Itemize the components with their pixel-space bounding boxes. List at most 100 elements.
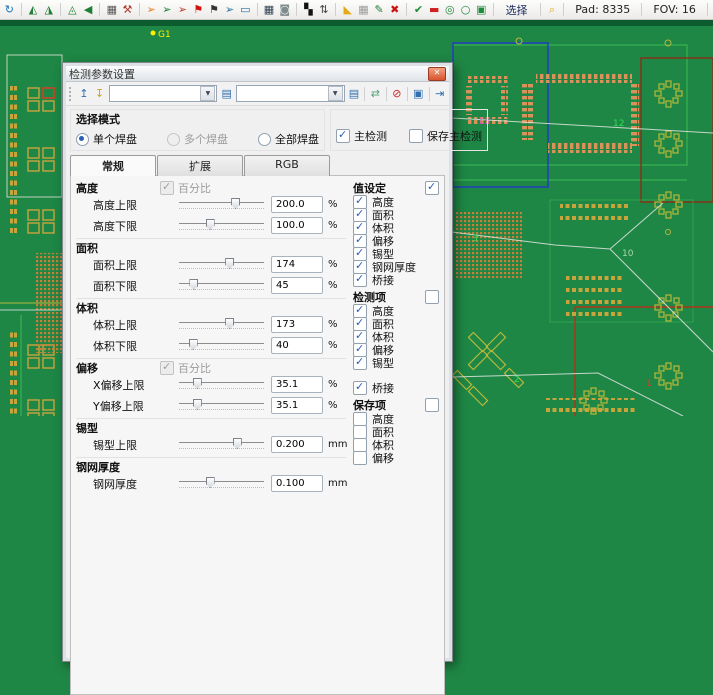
refresh-icon[interactable]: ↻ (2, 2, 17, 17)
check-item[interactable]: 高度 (353, 412, 439, 425)
section-checkbox[interactable] (425, 181, 439, 195)
ruler-icon[interactable]: ◣ (340, 2, 355, 17)
radio-icon[interactable] (76, 133, 89, 146)
radio-icon[interactable] (258, 133, 271, 146)
save-main-detect-checkbox[interactable]: 保存主检测 (409, 128, 482, 144)
slider-thumb[interactable] (206, 477, 215, 488)
pin-red-icon[interactable]: ⚑ (191, 2, 206, 17)
camera-icon[interactable]: ◙ (277, 2, 292, 17)
slider-thumb[interactable] (206, 219, 215, 230)
slider-thumb[interactable] (189, 279, 198, 290)
stop-icon[interactable]: ▬ (427, 2, 442, 17)
volume-lower-slider[interactable] (179, 339, 264, 352)
slider-thumb[interactable] (225, 258, 234, 269)
area-lower-slider[interactable] (179, 279, 264, 292)
solder-shape-slider[interactable] (179, 438, 264, 451)
circle-icon[interactable]: ○ (458, 2, 473, 17)
check-item[interactable]: 偏移 (353, 451, 439, 464)
checkbox-icon[interactable] (353, 273, 367, 287)
tab-extended[interactable]: 扩展 (157, 155, 243, 176)
program-combobox-1[interactable]: ▼ (109, 85, 218, 102)
checkbox-icon[interactable] (353, 451, 367, 465)
main-detect-checkbox[interactable]: 主检测 (336, 128, 387, 144)
value-input[interactable] (271, 256, 323, 273)
check-item[interactable]: 面积 (353, 317, 439, 330)
rect-blue-icon[interactable]: ▭ (238, 2, 253, 17)
slider-thumb[interactable] (231, 198, 240, 209)
prism-icon[interactable]: ◬ (65, 2, 80, 17)
sort-icon[interactable]: ⇅ (317, 2, 332, 17)
height-lower-slider[interactable] (179, 219, 264, 232)
chevron-down-icon[interactable]: ▼ (328, 86, 343, 101)
green-flag-icon-2[interactable]: ◮ (41, 2, 56, 17)
slider-thumb[interactable] (233, 438, 242, 449)
check-item[interactable]: 锡型 (353, 356, 439, 369)
slider-thumb[interactable] (193, 378, 202, 389)
dart-blue-icon[interactable]: ➢ (222, 2, 237, 17)
checkbox-icon[interactable] (353, 381, 367, 395)
value-input[interactable] (271, 436, 323, 453)
apply-left-icon[interactable]: ▤ (220, 86, 233, 102)
dialog-titlebar[interactable]: 检测参数设置 ✕ (66, 66, 449, 82)
magnifier-icon[interactable]: ⌕ (545, 2, 560, 17)
check-item[interactable]: 偏移 (353, 343, 439, 356)
add-file-icon[interactable]: ↧ (93, 86, 106, 102)
chevron-down-icon[interactable]: ▼ (200, 86, 215, 101)
green-flag-icon-1[interactable]: ◭ (26, 2, 41, 17)
section-checkbox[interactable] (425, 398, 439, 412)
tiles-icon[interactable]: ▚ (301, 2, 316, 17)
check-item[interactable]: 面积 (353, 208, 439, 221)
checkbox-icon[interactable] (336, 129, 350, 143)
tools-icon[interactable]: ⚒ (120, 2, 135, 17)
delete-icon[interactable]: ✖ (387, 2, 402, 17)
tab-general[interactable]: 常规 (70, 155, 156, 176)
program-combobox-2[interactable]: ▼ (236, 85, 345, 102)
swap-icon[interactable]: ⇄ (369, 86, 382, 102)
block-icon[interactable]: ⊘ (391, 86, 404, 102)
check-item[interactable]: 体积 (353, 330, 439, 343)
checkbox-icon[interactable] (353, 438, 367, 452)
load-file-icon[interactable]: ↥ (77, 86, 90, 102)
draw-icon[interactable]: ✎ (372, 2, 387, 17)
area-upper-slider[interactable] (179, 258, 264, 271)
section-checkbox[interactable] (425, 290, 439, 304)
select-mode-button[interactable]: 选择 (498, 2, 536, 18)
slider-thumb[interactable] (225, 318, 234, 329)
value-input[interactable] (271, 475, 323, 492)
mesh-icon[interactable]: ▦ (356, 2, 371, 17)
check-item[interactable]: 桥接 (353, 381, 439, 394)
checkbox-icon[interactable] (409, 129, 423, 143)
checkbox-icon[interactable] (353, 425, 367, 439)
check-item[interactable]: 偏移 (353, 234, 439, 247)
volume-upper-slider[interactable] (179, 318, 264, 331)
radio-all-pads[interactable]: 全部焊盘 (258, 131, 319, 147)
stencil-thickness-slider[interactable] (179, 477, 264, 490)
value-input[interactable] (271, 376, 323, 393)
height-upper-slider[interactable] (179, 198, 264, 211)
value-input[interactable] (271, 196, 323, 213)
radio-multi-pad[interactable]: 多个焊盘 (167, 131, 228, 147)
frame-icon[interactable]: ▣ (474, 2, 489, 17)
confirm-icon[interactable]: ✔ (411, 2, 426, 17)
y-offset-slider[interactable] (179, 399, 264, 412)
dart-orange-icon[interactable]: ➢ (144, 2, 159, 17)
slider-thumb[interactable] (189, 339, 198, 350)
slider-thumb[interactable] (193, 399, 202, 410)
value-input[interactable] (271, 316, 323, 333)
check-item[interactable]: 高度 (353, 195, 439, 208)
toolbar-grip[interactable] (69, 87, 72, 101)
megaphone-icon[interactable]: ◀ (81, 2, 96, 17)
image-icon[interactable]: ▦ (104, 2, 119, 17)
close-button[interactable]: ✕ (428, 67, 446, 81)
x-offset-slider[interactable] (179, 378, 264, 391)
dart-green-icon[interactable]: ➢ (160, 2, 175, 17)
check-item[interactable]: 面积 (353, 425, 439, 438)
radio-single-pad[interactable]: 单个焊盘 (76, 131, 137, 147)
value-input[interactable] (271, 277, 323, 294)
value-input[interactable] (271, 217, 323, 234)
tab-rgb[interactable]: RGB (244, 155, 330, 176)
value-input[interactable] (271, 337, 323, 354)
value-input[interactable] (271, 397, 323, 414)
dart-red-icon[interactable]: ➢ (175, 2, 190, 17)
grid-icon[interactable]: ▦ (262, 2, 277, 17)
